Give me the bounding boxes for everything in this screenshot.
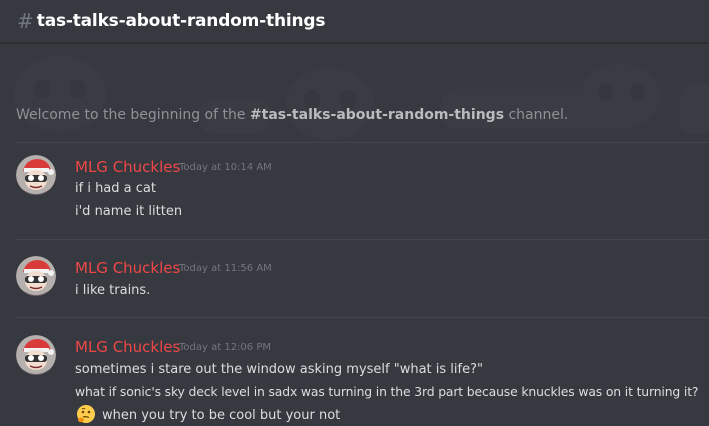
message-text: when you try to be cool but your not [102,408,341,423]
welcome-prefix: Welcome to the beginning of the [16,107,250,123]
avatar-image [16,335,56,375]
message-group: MLG Chuckles Today at 11:56 AM i like tr… [0,251,709,311]
message-text: i like trains. [75,283,151,298]
welcome-channel-mention[interactable]: #tas-talks-about-random-things [250,107,504,123]
avatar-image [16,155,56,195]
hash-icon: # [17,9,34,33]
avatar[interactable] [16,335,56,375]
message-text: sometimes i stare out the window asking … [75,362,483,377]
channel-welcome-text: Welcome to the beginning of the #tas-tal… [16,107,568,123]
message-text: if i had a cat [75,181,156,196]
message-username[interactable]: MLG Chuckles [75,158,180,176]
thinking-emoji-icon [77,405,95,423]
message-timestamp: Today at 11:56 AM [179,263,272,274]
message-username[interactable]: MLG Chuckles [75,338,180,356]
message-group: MLG Chuckles Today at 12:06 PM sometimes… [0,330,709,426]
message-username[interactable]: MLG Chuckles [75,259,180,277]
divider [16,142,709,143]
message-timestamp: Today at 12:06 PM [179,342,271,353]
divider [16,239,709,240]
message-text: what if sonic's sky deck level in sadx w… [75,384,699,399]
avatar-image [16,256,56,296]
message-timestamp: Today at 10:14 AM [179,162,272,173]
message-group: MLG Chuckles Today at 10:14 AM if i had … [0,150,709,235]
discord-watermark-icon [14,56,709,140]
avatar[interactable] [16,256,56,296]
avatar[interactable] [16,155,56,195]
channel-name: tas-talks-about-random-things [36,11,326,31]
channel-header: # tas-talks-about-random-things [0,0,709,43]
chat-window: # tas-talks-about-random-things Welcome … [0,0,709,426]
divider [16,317,709,318]
welcome-suffix: channel. [504,107,569,123]
message-text: i'd name it litten [75,204,183,219]
